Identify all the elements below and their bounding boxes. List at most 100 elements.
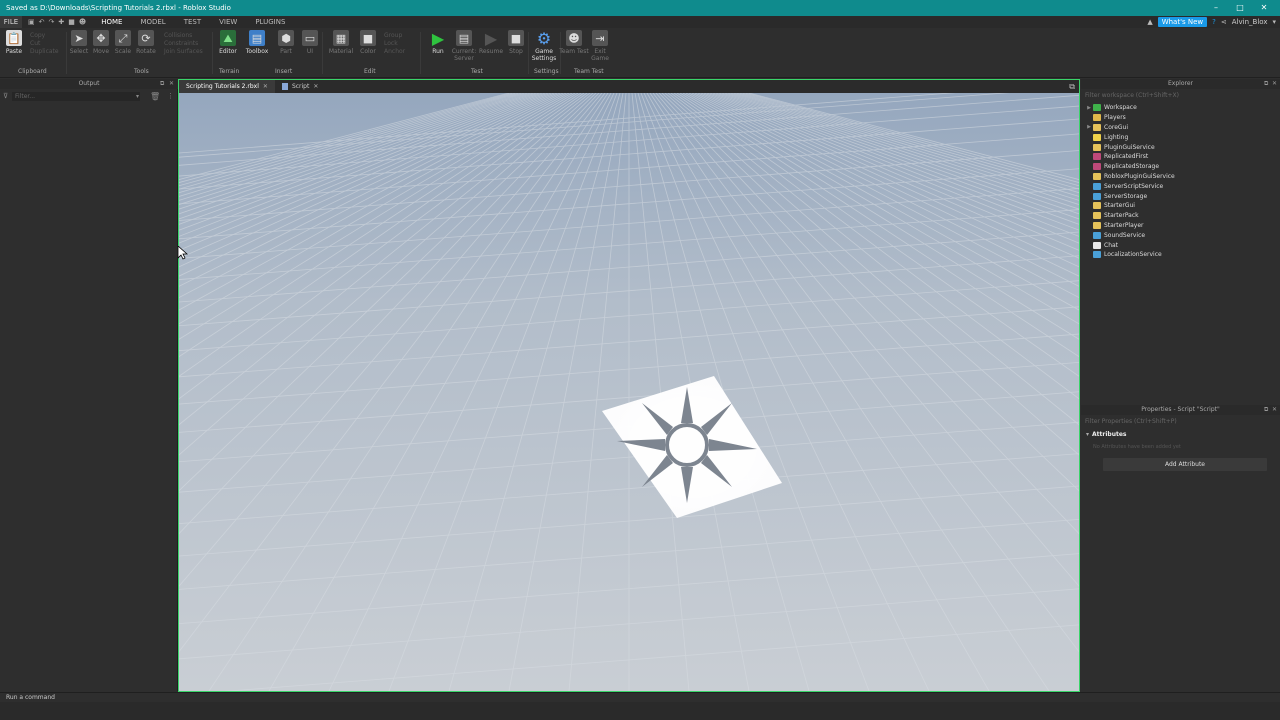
stop-icon[interactable]: ■	[68, 18, 75, 26]
join-surfaces-toggle[interactable]: Join Surfaces	[164, 48, 203, 56]
explorer-item[interactable]: Chat	[1081, 240, 1280, 250]
minimize-button[interactable]: –	[1204, 0, 1228, 16]
chevron-right-icon[interactable]: ▶	[1085, 105, 1093, 111]
explorer-item[interactable]: ServerScriptService	[1081, 181, 1280, 191]
toolbox-button[interactable]: ▤ Toolbox	[242, 30, 272, 55]
current-server-button[interactable]: ▤ Current: Server	[449, 30, 479, 62]
service-icon	[1093, 172, 1101, 180]
filter-icon[interactable]: ⊽	[3, 92, 8, 100]
pin-icon[interactable]: ⧉	[1264, 80, 1268, 88]
redo-icon[interactable]: ↷	[49, 18, 55, 26]
close-icon[interactable]: ✕	[1272, 406, 1277, 413]
tab-plugins[interactable]: PLUGINS	[246, 16, 294, 28]
terrain-editor-button[interactable]: ⛰ Editor	[213, 30, 243, 55]
close-icon[interactable]: ✕	[1272, 80, 1277, 87]
explorer-item[interactable]: PluginGuiService	[1081, 142, 1280, 152]
tab-home[interactable]: HOME	[92, 16, 131, 28]
tab-view[interactable]: VIEW	[210, 16, 246, 28]
explorer-item[interactable]: ReplicatedFirst	[1081, 152, 1280, 162]
anchor-button[interactable]: Anchor	[384, 48, 405, 56]
explorer-item-label: Chat	[1104, 241, 1119, 249]
ui-button[interactable]: ▭ UI	[295, 30, 325, 55]
pin-icon[interactable]: ⧉	[160, 80, 164, 88]
cut-button[interactable]: Cut	[30, 40, 59, 48]
output-filter-input[interactable]: Filter...	[12, 91, 140, 101]
explorer-item-label: RobloxPluginGuiService	[1104, 172, 1175, 180]
fullscreen-icon[interactable]: ⧉	[1069, 82, 1075, 92]
copy-button[interactable]: Copy	[30, 32, 59, 40]
add-attribute-button[interactable]: Add Attribute	[1103, 458, 1267, 471]
tab-place-file[interactable]: Scripting Tutorials 2.rbxl ✕	[179, 80, 275, 93]
explorer-item[interactable]: ▶ CoreGui	[1081, 123, 1280, 133]
pin-icon[interactable]: ⧉	[1264, 406, 1268, 414]
user-name[interactable]: Alvin_Blox	[1232, 18, 1268, 26]
explorer-item-label: ReplicatedFirst	[1104, 153, 1149, 161]
whats-new-button[interactable]: What's New	[1157, 17, 1208, 27]
chevron-down-icon[interactable]: ▾	[1272, 18, 1276, 26]
explorer-item[interactable]: LocalizationService	[1081, 250, 1280, 260]
properties-filter-input[interactable]: Filter Properties (Ctrl+Shift+P)	[1083, 417, 1278, 426]
explorer-item[interactable]: Lighting	[1081, 132, 1280, 142]
explorer-item[interactable]: SoundService	[1081, 230, 1280, 240]
3d-scene[interactable]	[179, 93, 1079, 691]
close-icon[interactable]: ✕	[313, 80, 318, 93]
explorer-item[interactable]: ServerStorage	[1081, 191, 1280, 201]
explorer-item-label: ServerScriptService	[1104, 182, 1164, 190]
maximize-button[interactable]: □	[1228, 0, 1252, 16]
duplicate-button[interactable]: Duplicate	[30, 48, 59, 56]
service-icon	[1093, 163, 1101, 171]
stop-button[interactable]: ■ Stop	[501, 30, 531, 55]
collisions-toggle[interactable]: Collisions	[164, 32, 203, 40]
title-bar: Saved as D:\Downloads\Scripting Tutorial…	[0, 0, 1280, 16]
share-icon[interactable]: ⋖	[1221, 18, 1227, 26]
rotate-button[interactable]: ⟳ Rotate	[131, 30, 161, 55]
close-icon[interactable]: ✕	[263, 80, 268, 93]
tab-test[interactable]: TEST	[175, 16, 210, 28]
explorer-item[interactable]: RobloxPluginGuiService	[1081, 172, 1280, 182]
team-icon[interactable]: ☻	[79, 18, 86, 26]
material-button[interactable]: ▦ Material	[326, 30, 356, 55]
explorer-item[interactable]: StarterGui	[1081, 201, 1280, 211]
attributes-empty-text: No Attributes have been added yet	[1093, 444, 1181, 450]
help-icon[interactable]: ?	[1212, 18, 1216, 26]
explorer-item[interactable]: Players	[1081, 113, 1280, 123]
more-icon[interactable]: ⋮	[167, 92, 174, 100]
explorer-panel: Explorer ⧉ ✕ Filter workspace (Ctrl+Shif…	[1081, 79, 1280, 691]
explorer-item-label: ServerStorage	[1104, 192, 1148, 200]
color-button[interactable]: ■ Color	[353, 30, 383, 55]
explorer-item[interactable]: StarterPlayer	[1081, 221, 1280, 231]
explorer-item-label: ReplicatedStorage	[1104, 163, 1160, 171]
close-icon[interactable]: ✕	[169, 80, 174, 87]
command-bar-input[interactable]: Run a command	[0, 692, 1280, 702]
service-icon	[1093, 114, 1101, 122]
file-menu[interactable]: FILE	[0, 16, 22, 28]
explorer-item[interactable]: ▶ Workspace	[1081, 103, 1280, 113]
explorer-item[interactable]: ReplicatedStorage	[1081, 162, 1280, 172]
chevron-right-icon[interactable]: ▶	[1085, 124, 1093, 130]
explorer-filter-input[interactable]: Filter workspace (Ctrl+Shift+X)	[1083, 91, 1278, 100]
group-button[interactable]: Group	[384, 32, 405, 40]
constraints-toggle[interactable]: Constraints	[164, 40, 203, 48]
undo-icon[interactable]: ↶	[39, 18, 45, 26]
attributes-section[interactable]: ▾ Attributes	[1086, 431, 1127, 438]
chevron-up-icon[interactable]: ▲	[1147, 18, 1152, 26]
chevron-down-icon[interactable]: ▾	[136, 93, 139, 100]
service-icon	[1093, 212, 1101, 220]
exit-game-button[interactable]: ⇥ Exit Game	[585, 30, 615, 62]
output-filter-bar: ⊽ Filter... ▾ 🗑 ⋮	[0, 91, 178, 101]
lock-button[interactable]: Lock	[384, 40, 405, 48]
ribbon: 📋 Paste Copy Cut Duplicate Clipboard ➤ Se…	[0, 28, 1280, 78]
service-icon	[1093, 192, 1101, 200]
status-bar: Run a command	[0, 692, 1280, 720]
tab-model[interactable]: MODEL	[131, 16, 174, 28]
close-button[interactable]: ✕	[1252, 0, 1276, 16]
tab-script[interactable]: Script ✕	[275, 80, 325, 93]
trash-icon[interactable]: 🗑	[150, 92, 160, 101]
paste-button[interactable]: 📋 Paste	[0, 30, 29, 55]
publish-icon[interactable]: ✚	[58, 18, 64, 26]
game-settings-button[interactable]: ⚙ Game Settings	[529, 30, 559, 62]
script-icon	[281, 83, 288, 90]
explorer-item[interactable]: StarterPack	[1081, 211, 1280, 221]
play-icon: ▶	[431, 28, 445, 48]
save-icon[interactable]: ▣	[28, 18, 35, 26]
